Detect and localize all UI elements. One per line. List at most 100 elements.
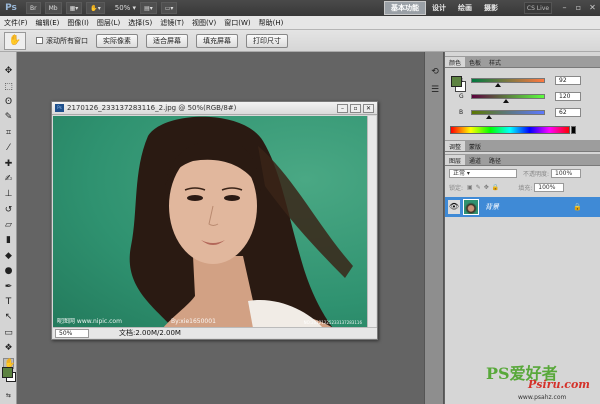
shape-tool-icon[interactable]: ▭ bbox=[3, 328, 14, 339]
red-value[interactable]: 92 bbox=[555, 76, 581, 85]
menu-file[interactable]: 文件(F) bbox=[0, 18, 32, 28]
history-brush-tool-icon[interactable]: ↺ bbox=[3, 205, 14, 216]
portrait-photo bbox=[129, 116, 353, 328]
status-bar: 50% 文档:2.00M/2.00M bbox=[53, 327, 377, 338]
type-tool-icon[interactable]: T bbox=[3, 297, 14, 308]
menu-edit[interactable]: 编辑(E) bbox=[32, 18, 64, 28]
tab-color[interactable]: 颜色 bbox=[445, 57, 466, 67]
document-window-controls: – ▫ ✕ bbox=[337, 104, 374, 113]
tab-paths[interactable]: 路径 bbox=[485, 155, 505, 165]
crop-tool-icon[interactable]: ⌗ bbox=[3, 128, 14, 139]
dodge-tool-icon[interactable]: ● bbox=[3, 266, 14, 277]
menu-layer[interactable]: 图层(L) bbox=[93, 18, 124, 28]
lasso-tool-icon[interactable]: ʘ bbox=[3, 97, 14, 108]
history-panel-icon[interactable]: ⟲ bbox=[429, 66, 441, 78]
toolbox: ✥ ⬚ ʘ ✎ ⌗ ⁄ ✚ ✍ ⊥ ↺ ▱ ▮ ◆ ● ✒ T ↖ ▭ ❖ ✋ … bbox=[0, 52, 17, 404]
foreground-color-swatch[interactable] bbox=[2, 367, 13, 378]
document-title-bar[interactable]: Ps 2170126_233137283116_2.jpg @ 50%(RGB/… bbox=[52, 102, 377, 115]
pen-tool-icon[interactable]: ✒ bbox=[3, 282, 14, 293]
lock-options-icons[interactable]: ▣✎✥🔒 bbox=[467, 184, 502, 191]
clone-stamp-tool-icon[interactable]: ⊥ bbox=[3, 189, 14, 200]
fit-screen-button[interactable]: 适合屏幕 bbox=[146, 33, 188, 48]
workspace-tab-painting[interactable]: 绘画 bbox=[452, 1, 478, 15]
color-panel-foreground[interactable] bbox=[451, 76, 462, 87]
eye-icon[interactable]: 👁 bbox=[448, 200, 460, 214]
maximize-icon[interactable]: ▫ bbox=[573, 2, 584, 13]
red-thumb[interactable] bbox=[494, 83, 501, 87]
print-size-button[interactable]: 打印尺寸 bbox=[246, 33, 288, 48]
menu-image[interactable]: 图像(I) bbox=[63, 18, 93, 28]
red-slider[interactable] bbox=[471, 78, 545, 87]
menu-help[interactable]: 帮助(H) bbox=[255, 18, 288, 28]
fill-screen-button[interactable]: 填充屏幕 bbox=[196, 33, 238, 48]
hand-icon[interactable]: ✋▾ bbox=[86, 2, 105, 14]
move-tool-icon[interactable]: ✥ bbox=[3, 66, 14, 77]
close-icon[interactable]: ✕ bbox=[587, 2, 598, 13]
tab-masks[interactable]: 蒙版 bbox=[465, 141, 485, 151]
eyedropper-tool-icon[interactable]: ⁄ bbox=[3, 143, 14, 154]
quick-select-tool-icon[interactable]: ✎ bbox=[3, 112, 14, 123]
blue-slider[interactable] bbox=[471, 110, 545, 119]
green-thumb[interactable] bbox=[502, 99, 509, 103]
tool-preset-hand-icon[interactable]: ✋ bbox=[4, 31, 26, 50]
screen-mode-button[interactable]: ▭▾ bbox=[160, 2, 178, 14]
blue-thumb[interactable] bbox=[486, 115, 493, 119]
minibridge-button[interactable]: Mb bbox=[44, 2, 62, 14]
layer-row-background[interactable]: 👁 背景 🔒 bbox=[445, 197, 600, 217]
marquee-tool-icon[interactable]: ⬚ bbox=[3, 82, 14, 93]
workspace-switcher: 基本功能 设计 绘画 摄影 bbox=[384, 1, 504, 15]
color-spectrum[interactable] bbox=[450, 126, 570, 134]
path-select-tool-icon[interactable]: ↖ bbox=[3, 312, 14, 323]
eraser-tool-icon[interactable]: ▱ bbox=[3, 220, 14, 231]
brush-tool-icon[interactable]: ✍ bbox=[3, 174, 14, 185]
workspace-tab-photography[interactable]: 摄影 bbox=[478, 1, 504, 15]
blur-tool-icon[interactable]: ◆ bbox=[3, 251, 14, 262]
properties-panel-icon[interactable]: ☰ bbox=[429, 84, 441, 96]
zoom-field[interactable]: 50% bbox=[55, 328, 89, 338]
opacity-field[interactable]: 100% bbox=[551, 169, 582, 178]
ps-document-icon: Ps bbox=[55, 104, 64, 112]
layer-thumbnail[interactable] bbox=[463, 199, 479, 215]
blue-value[interactable]: 62 bbox=[555, 108, 581, 117]
green-slider[interactable] bbox=[471, 94, 545, 103]
image-canvas[interactable]: 昵图网 www.nipic.com By:xie1650001 NO:20121… bbox=[53, 116, 368, 328]
minimize-icon[interactable]: – bbox=[559, 2, 570, 13]
tab-channels[interactable]: 通道 bbox=[465, 155, 485, 165]
menu-filter[interactable]: 滤镜(T) bbox=[156, 18, 188, 28]
zoom-level-select[interactable]: 50% ▾ bbox=[115, 4, 136, 12]
black-white-ramp[interactable] bbox=[571, 126, 576, 134]
adjust-panel-tabs: 调整 蒙版 bbox=[445, 140, 600, 152]
doc-close-icon[interactable]: ✕ bbox=[363, 104, 374, 113]
layer-name[interactable]: 背景 bbox=[485, 202, 499, 212]
menu-view[interactable]: 视图(V) bbox=[188, 18, 220, 28]
healing-brush-tool-icon[interactable]: ✚ bbox=[3, 159, 14, 170]
scroll-all-windows-checkbox[interactable]: 滚动所有窗口 bbox=[36, 36, 88, 46]
tab-adjustments[interactable]: 调整 bbox=[445, 141, 466, 151]
cs-live-button[interactable]: CS Live bbox=[524, 2, 552, 14]
menu-window[interactable]: 窗口(W) bbox=[220, 18, 254, 28]
bridge-button[interactable]: Br bbox=[26, 2, 41, 14]
doc-maximize-icon[interactable]: ▫ bbox=[350, 104, 361, 113]
green-value[interactable]: 120 bbox=[555, 92, 581, 101]
checkbox-box[interactable] bbox=[36, 37, 43, 44]
workspace-tab-design[interactable]: 设计 bbox=[426, 1, 452, 15]
swap-colors-icon[interactable]: ⇆ bbox=[3, 390, 14, 401]
fill-field[interactable]: 100% bbox=[534, 183, 565, 192]
green-slider-row: G 120 bbox=[459, 92, 587, 103]
blend-mode-select[interactable]: 正常 ▾ bbox=[449, 169, 517, 178]
arrange-documents-button[interactable]: ▤▾ bbox=[140, 2, 157, 14]
watermark-number: NO:20121225233137283116 bbox=[303, 320, 362, 325]
workspace-tab-essentials[interactable]: 基本功能 bbox=[384, 1, 426, 15]
vertical-scrollbar[interactable] bbox=[367, 116, 376, 328]
view-extras-button[interactable]: ▦▾ bbox=[65, 2, 83, 14]
menu-select[interactable]: 选择(S) bbox=[124, 18, 156, 28]
site-watermark-url: www.psahz.com bbox=[518, 394, 567, 401]
layers-panel-tabs: 图层 通道 路径 bbox=[445, 154, 600, 166]
tab-styles[interactable]: 样式 bbox=[485, 57, 505, 67]
tab-swatches[interactable]: 色板 bbox=[465, 57, 485, 67]
tab-layers[interactable]: 图层 bbox=[445, 155, 466, 165]
actual-pixels-button[interactable]: 实际像素 bbox=[96, 33, 138, 48]
gradient-tool-icon[interactable]: ▮ bbox=[3, 235, 14, 246]
3d-rotate-tool-icon[interactable]: ❖ bbox=[3, 343, 14, 354]
doc-minimize-icon[interactable]: – bbox=[337, 104, 348, 113]
